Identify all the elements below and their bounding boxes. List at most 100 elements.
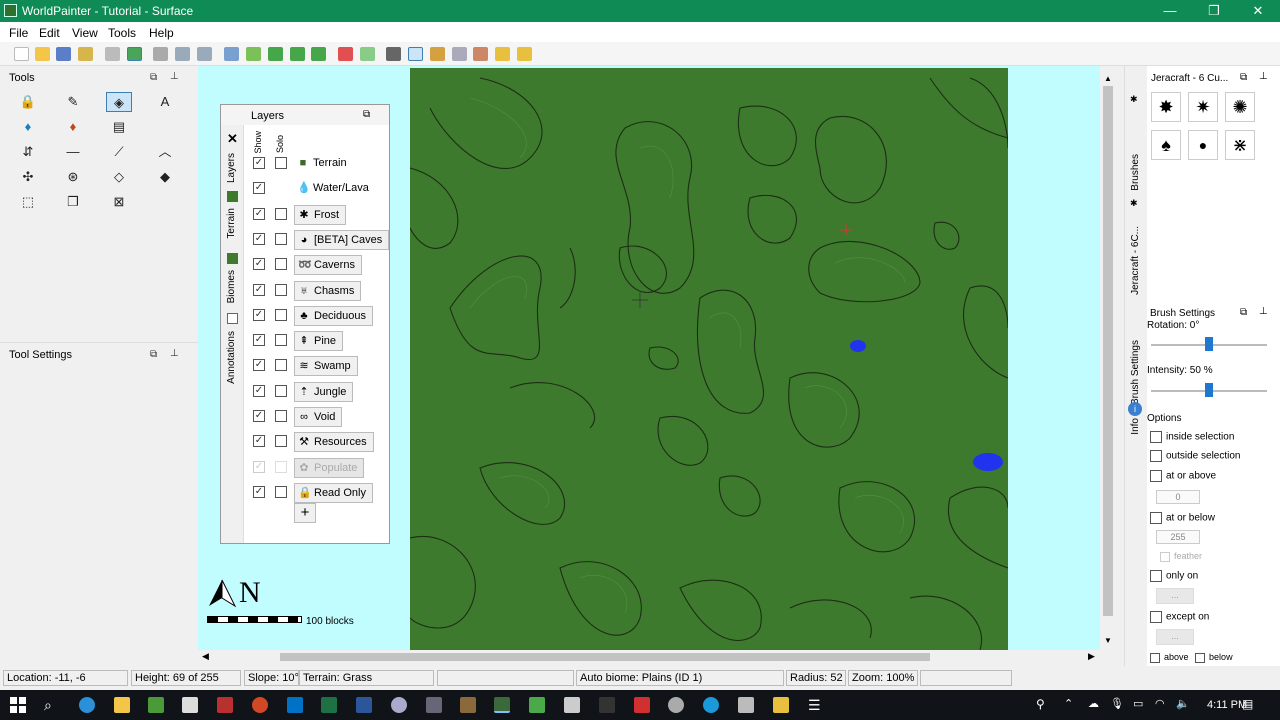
camera-icon[interactable]	[426, 697, 442, 713]
layer-show-checkbox[interactable]: ✓	[253, 232, 265, 245]
intensity-slider-thumb[interactable]	[1205, 383, 1213, 397]
height-tool-icon[interactable]: ◆	[152, 167, 178, 187]
layer-show-checkbox[interactable]: ✓	[253, 207, 265, 220]
layer-show-checkbox[interactable]: ✓	[253, 410, 265, 422]
pin-icon[interactable]: ⊥	[170, 71, 179, 82]
move-right-icon[interactable]	[290, 47, 305, 61]
minimize-button[interactable]: —	[1148, 0, 1192, 22]
chrome-icon[interactable]	[79, 697, 95, 713]
menu-edit[interactable]: Edit	[39, 26, 60, 40]
undo-icon[interactable]	[105, 47, 120, 61]
word-icon[interactable]	[356, 697, 372, 713]
layer-solo-checkbox[interactable]	[275, 334, 287, 347]
close-button[interactable]: ✕	[1236, 0, 1280, 22]
sun-icon[interactable]	[495, 47, 510, 61]
layer-show-checkbox[interactable]: ✓	[253, 308, 265, 321]
at-or-below-spinner[interactable]: 255	[1156, 530, 1200, 544]
layer-show-checkbox[interactable]: ✓	[253, 384, 265, 397]
brush-splat-icon[interactable]: ✺	[1225, 92, 1255, 122]
float-icon[interactable]: ⧉	[150, 349, 157, 360]
pan-icon[interactable]	[386, 47, 401, 61]
app-icon[interactable]	[529, 697, 545, 713]
layer-show-checkbox[interactable]: ✓	[253, 182, 265, 195]
layer-button[interactable]: 💧 Water/Lava	[294, 179, 375, 199]
menu-tools[interactable]: Tools	[108, 26, 136, 40]
except-on-checkbox[interactable]	[1150, 611, 1162, 623]
except-on-option[interactable]: except on	[1150, 611, 1209, 623]
layer-button[interactable]: ♅ Chasms	[294, 280, 362, 301]
layer-button[interactable]: ➿ Caverns	[294, 255, 362, 276]
tab-info[interactable]: Info	[1130, 418, 1141, 435]
at-or-above-option[interactable]: at or above	[1150, 470, 1216, 482]
inside-selection-checkbox[interactable]	[1150, 431, 1162, 443]
layer-button[interactable]: ⇡ Jungle	[294, 381, 354, 402]
outside-selection-checkbox[interactable]	[1150, 450, 1162, 462]
layer-solo-checkbox[interactable]	[275, 308, 287, 321]
rotate-icon[interactable]	[246, 47, 261, 61]
scroll-right-icon[interactable]: ▶	[1088, 651, 1095, 662]
layer-button[interactable]: ∞ Void	[294, 407, 343, 427]
above-checkbox[interactable]	[1150, 652, 1160, 663]
zoom-reset-icon[interactable]	[197, 47, 212, 61]
cloud-icon[interactable]: ☁	[1088, 697, 1104, 713]
powerpoint-icon[interactable]	[252, 697, 268, 713]
only-on-select-button[interactable]: ...	[1156, 588, 1194, 604]
layer-solo-checkbox[interactable]	[275, 485, 287, 498]
menu-help[interactable]: Help	[149, 26, 174, 40]
raise-mountain-tool-icon[interactable]: ︿	[152, 142, 178, 162]
volume-icon[interactable]: 🔈	[1176, 697, 1192, 713]
app-icon[interactable]	[599, 697, 615, 713]
scroll-down-icon[interactable]: ▼	[1104, 636, 1112, 645]
select-tool-icon[interactable]: ⬚	[15, 192, 41, 212]
only-on-checkbox[interactable]	[1150, 570, 1162, 582]
app-icon[interactable]	[217, 697, 233, 713]
close-layers-icon[interactable]: ✕	[227, 131, 238, 147]
layer-show-checkbox[interactable]: ✓	[253, 435, 265, 448]
inside-selection-option[interactable]: inside selection	[1150, 431, 1234, 443]
add-layer-button[interactable]: +	[294, 503, 316, 523]
menu-view[interactable]: View	[72, 26, 98, 40]
save-icon[interactable]	[56, 47, 71, 61]
minecraft-icon[interactable]	[148, 697, 164, 713]
above-below-option[interactable]: above below	[1150, 652, 1233, 663]
sticky-notes-icon[interactable]	[773, 697, 789, 713]
search-icon[interactable]: ⌕	[44, 697, 60, 713]
layer-solo-checkbox[interactable]	[275, 384, 287, 397]
start-icon[interactable]	[10, 697, 26, 713]
chevron-up-icon[interactable]: ⌃	[1064, 697, 1080, 713]
edge-icon[interactable]	[703, 697, 719, 713]
layer-show-checkbox[interactable]: ✓	[253, 485, 265, 498]
feather-checkbox[interactable]	[1160, 551, 1170, 562]
layer-solo-checkbox[interactable]	[275, 157, 287, 169]
world-map[interactable]	[409, 68, 1009, 650]
move-left-icon[interactable]	[268, 47, 283, 61]
player-icon[interactable]	[473, 47, 488, 61]
wifi-icon[interactable]: ◠	[1155, 697, 1171, 713]
layer-button[interactable]: ✿ Populate	[294, 457, 365, 478]
zoom-out-icon[interactable]	[175, 47, 190, 61]
level-tool-icon[interactable]: —	[60, 142, 86, 162]
scroll-thumb[interactable]	[280, 653, 930, 661]
grid-icon[interactable]	[224, 47, 239, 61]
layer-button[interactable]: 🔒 Read Only	[294, 482, 373, 503]
export-icon[interactable]	[78, 47, 93, 61]
move-tool-icon[interactable]: ✣	[15, 167, 41, 187]
pin-icon[interactable]: ⊥	[1259, 71, 1268, 82]
layer-solo-checkbox[interactable]	[275, 258, 287, 271]
flatten-tool-icon[interactable]: ⇵	[15, 142, 41, 162]
light-icon[interactable]	[517, 47, 532, 61]
rotation-slider[interactable]	[1151, 337, 1267, 351]
notifications-icon[interactable]: ▤	[1242, 697, 1258, 713]
menu-file[interactable]: File	[9, 26, 28, 40]
text-tool-icon[interactable]: A	[152, 92, 178, 112]
battery-icon[interactable]: ▭	[1133, 697, 1149, 713]
layer-button[interactable]: ⚒ Resources	[294, 432, 374, 453]
layer-show-checkbox[interactable]: ✓	[253, 157, 265, 169]
layer-solo-checkbox[interactable]	[275, 359, 287, 372]
new-file-icon[interactable]	[14, 47, 29, 61]
app-icon[interactable]	[391, 697, 407, 713]
brush-splat-icon[interactable]: ✸	[1151, 92, 1181, 122]
calculator-icon[interactable]	[738, 697, 754, 713]
copy-selection-tool-icon[interactable]: ❐	[60, 192, 86, 212]
intensity-slider[interactable]	[1151, 383, 1267, 397]
